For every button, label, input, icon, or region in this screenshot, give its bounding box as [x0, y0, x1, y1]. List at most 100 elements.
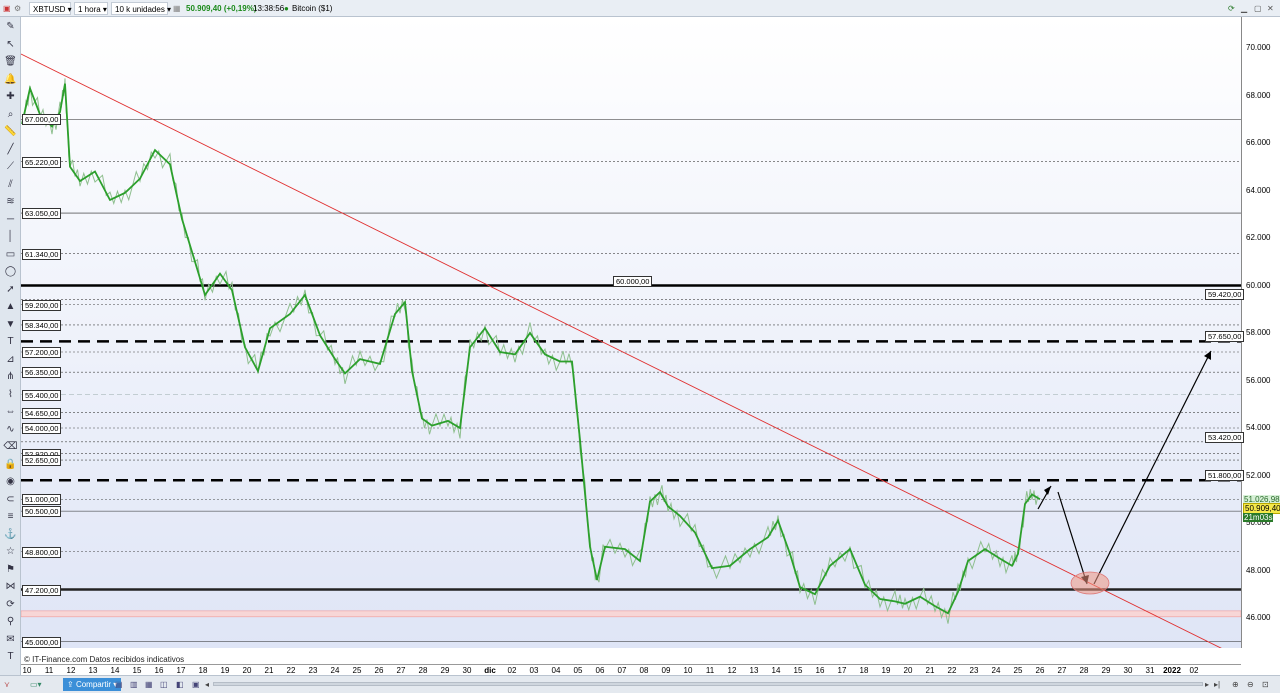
wave-icon[interactable]: ∿ — [3, 423, 18, 436]
horizontal-scrollbar[interactable] — [213, 682, 1203, 686]
hline-icon[interactable]: ─ — [3, 213, 18, 226]
x-tick-label: 06 — [595, 666, 605, 675]
eraser-icon[interactable]: ⌫ — [3, 440, 18, 453]
fit-icon[interactable]: ⊡ — [1262, 678, 1269, 691]
level-label[interactable]: 61.340,00 — [22, 248, 62, 260]
x-tick-label: 27 — [396, 666, 406, 675]
right-level-label[interactable]: 51.800,00 — [1205, 470, 1245, 482]
line-icon[interactable]: ╱ — [3, 143, 18, 156]
print-icon[interactable]: ▤ — [115, 678, 123, 691]
level-label[interactable]: 51.000,00 — [22, 494, 62, 506]
down-arrow-icon[interactable]: ▼ — [3, 318, 18, 331]
pencil-icon[interactable]: ✎ — [3, 20, 18, 33]
level-label[interactable]: 48.800,00 — [22, 546, 62, 558]
grid-icon[interactable]: ▦ — [145, 678, 153, 691]
timeframe-value: 1 hora — [78, 5, 101, 14]
pin-icon[interactable]: ⚲ — [3, 615, 18, 628]
level-label[interactable]: 55.400,00 — [22, 389, 62, 401]
magnet-icon[interactable]: ⊂ — [3, 493, 18, 506]
magnifier-icon[interactable]: ⌕ — [3, 108, 18, 121]
app-logo-icon[interactable]: ▣ — [3, 2, 11, 15]
news-icon[interactable]: ▣ — [192, 678, 200, 691]
anchor-icon[interactable]: ⚓ — [3, 528, 18, 541]
stack-icon[interactable]: ≡ — [3, 510, 18, 523]
pitchfork-icon[interactable]: ⋔ — [3, 370, 18, 383]
level-label[interactable]: 58.340,00 — [22, 319, 62, 331]
zoom-out-icon[interactable]: ⊖ — [1247, 678, 1254, 691]
x-tick-label: 21 — [264, 666, 274, 675]
fibonacci-icon[interactable]: ≋ — [3, 195, 18, 208]
trash-icon[interactable]: 🗑 — [3, 55, 18, 68]
level-label[interactable]: 65.220,00 — [22, 156, 62, 168]
export-icon[interactable]: ◧ — [176, 678, 184, 691]
measure-icon[interactable]: ⇔ — [3, 405, 18, 418]
eye-icon[interactable]: ◉ — [3, 475, 18, 488]
x-tick-label: 22 — [286, 666, 296, 675]
level-label[interactable]: 47.200,00 — [22, 584, 62, 596]
y-tick-label: 52.000 — [1246, 470, 1271, 480]
data-credits: © IT-Finance.com Datos recibidos indicat… — [24, 655, 185, 664]
x-tick-label: 14 — [110, 666, 120, 675]
zoom-in-icon[interactable]: ⊕ — [1232, 678, 1239, 691]
scroll-left-icon[interactable]: ◂ — [205, 678, 209, 691]
scroll-right-icon[interactable]: ▸ — [1205, 678, 1209, 691]
level-label[interactable]: 52.650,00 — [22, 455, 62, 467]
level-label[interactable]: 59.200,00 — [22, 299, 62, 311]
right-level-label[interactable]: 57.650,00 — [1205, 331, 1245, 343]
cursor-icon[interactable]: ↖ — [3, 38, 18, 51]
units-select[interactable]: 10 k unidades ▾ — [111, 2, 171, 15]
text-icon[interactable]: T — [3, 335, 18, 348]
settings-icon[interactable]: ⚙ — [14, 2, 21, 15]
level-label[interactable]: 56.350,00 — [22, 367, 62, 379]
x-tick-label: 30 — [1123, 666, 1133, 675]
trendline-icon[interactable]: ⟋ — [3, 160, 18, 173]
compare-icon[interactable]: ◫ — [160, 678, 168, 691]
arrow-icon[interactable]: ➚ — [3, 283, 18, 296]
star-icon[interactable]: ☆ — [3, 545, 18, 558]
target-zone-ellipse — [1070, 571, 1110, 595]
chart-type-icon[interactable]: ▭▾ — [30, 678, 42, 691]
close-icon[interactable]: ✕ — [1267, 2, 1274, 15]
right-level-label[interactable]: 59.420,00 — [1205, 289, 1245, 301]
crosshair-icon[interactable]: ✚ — [3, 90, 18, 103]
channel-icon[interactable]: ⫽ — [3, 178, 18, 191]
T-icon[interactable]: T — [3, 650, 18, 663]
up-arrow-icon[interactable]: ▲ — [3, 300, 18, 313]
share-button-label: Compartir — [75, 680, 112, 689]
vline-icon[interactable]: │ — [3, 230, 18, 243]
price-chart[interactable] — [21, 17, 1241, 648]
level-label[interactable]: 54.000,00 — [22, 423, 62, 434]
brush-icon[interactable]: ⌇ — [3, 388, 18, 401]
refresh-icon[interactable]: ⟳ — [1228, 2, 1235, 15]
maximize-icon[interactable]: ▢ — [1254, 2, 1262, 15]
right-level-label[interactable]: 53.420,00 — [1205, 431, 1245, 443]
timeframe-select[interactable]: 1 hora ▾ — [74, 2, 108, 15]
x-tick-label: 29 — [440, 666, 450, 675]
level-label[interactable]: 54.650,00 — [22, 407, 62, 419]
rect-icon[interactable]: ▭ — [3, 248, 18, 261]
x-tick-label: 13 — [88, 666, 98, 675]
cycle-icon[interactable]: ⟳ — [3, 598, 18, 611]
bell-icon[interactable]: 🔔 — [3, 73, 18, 86]
level-label[interactable]: 57.200,00 — [22, 347, 62, 358]
share-button[interactable]: ⇪ Compartir ▾ — [63, 678, 122, 691]
level-label[interactable]: 63.050,00 — [22, 208, 62, 220]
minimize-icon[interactable]: ▁ — [1241, 2, 1247, 15]
pattern-icon[interactable]: ⋈ — [3, 580, 18, 593]
lock-icon[interactable]: 🔒 — [3, 458, 18, 471]
note-icon[interactable]: ✉ — [3, 633, 18, 646]
gann-icon[interactable]: ⊿ — [3, 353, 18, 366]
symbol-select[interactable]: XBTUSD ▾ — [29, 2, 72, 15]
x-tick-label: 02 — [507, 666, 517, 675]
level-label[interactable]: 45.000,00 — [22, 636, 62, 648]
channel-level-label[interactable]: 60.000,00 — [613, 275, 653, 287]
level-label[interactable]: 50.500,00 — [22, 506, 62, 518]
ellipse-icon[interactable]: ◯ — [3, 265, 18, 278]
end-icon[interactable]: ▸| — [1214, 678, 1220, 691]
x-tick-label: 28 — [1079, 666, 1089, 675]
flag-icon[interactable]: ⚑ — [3, 563, 18, 576]
level-label[interactable]: 67.000,00 — [22, 114, 62, 126]
indicator-icon[interactable]: ⋎ — [4, 678, 10, 691]
ruler-icon[interactable]: 📏 — [3, 125, 18, 138]
layout-icon[interactable]: ▥ — [130, 678, 138, 691]
